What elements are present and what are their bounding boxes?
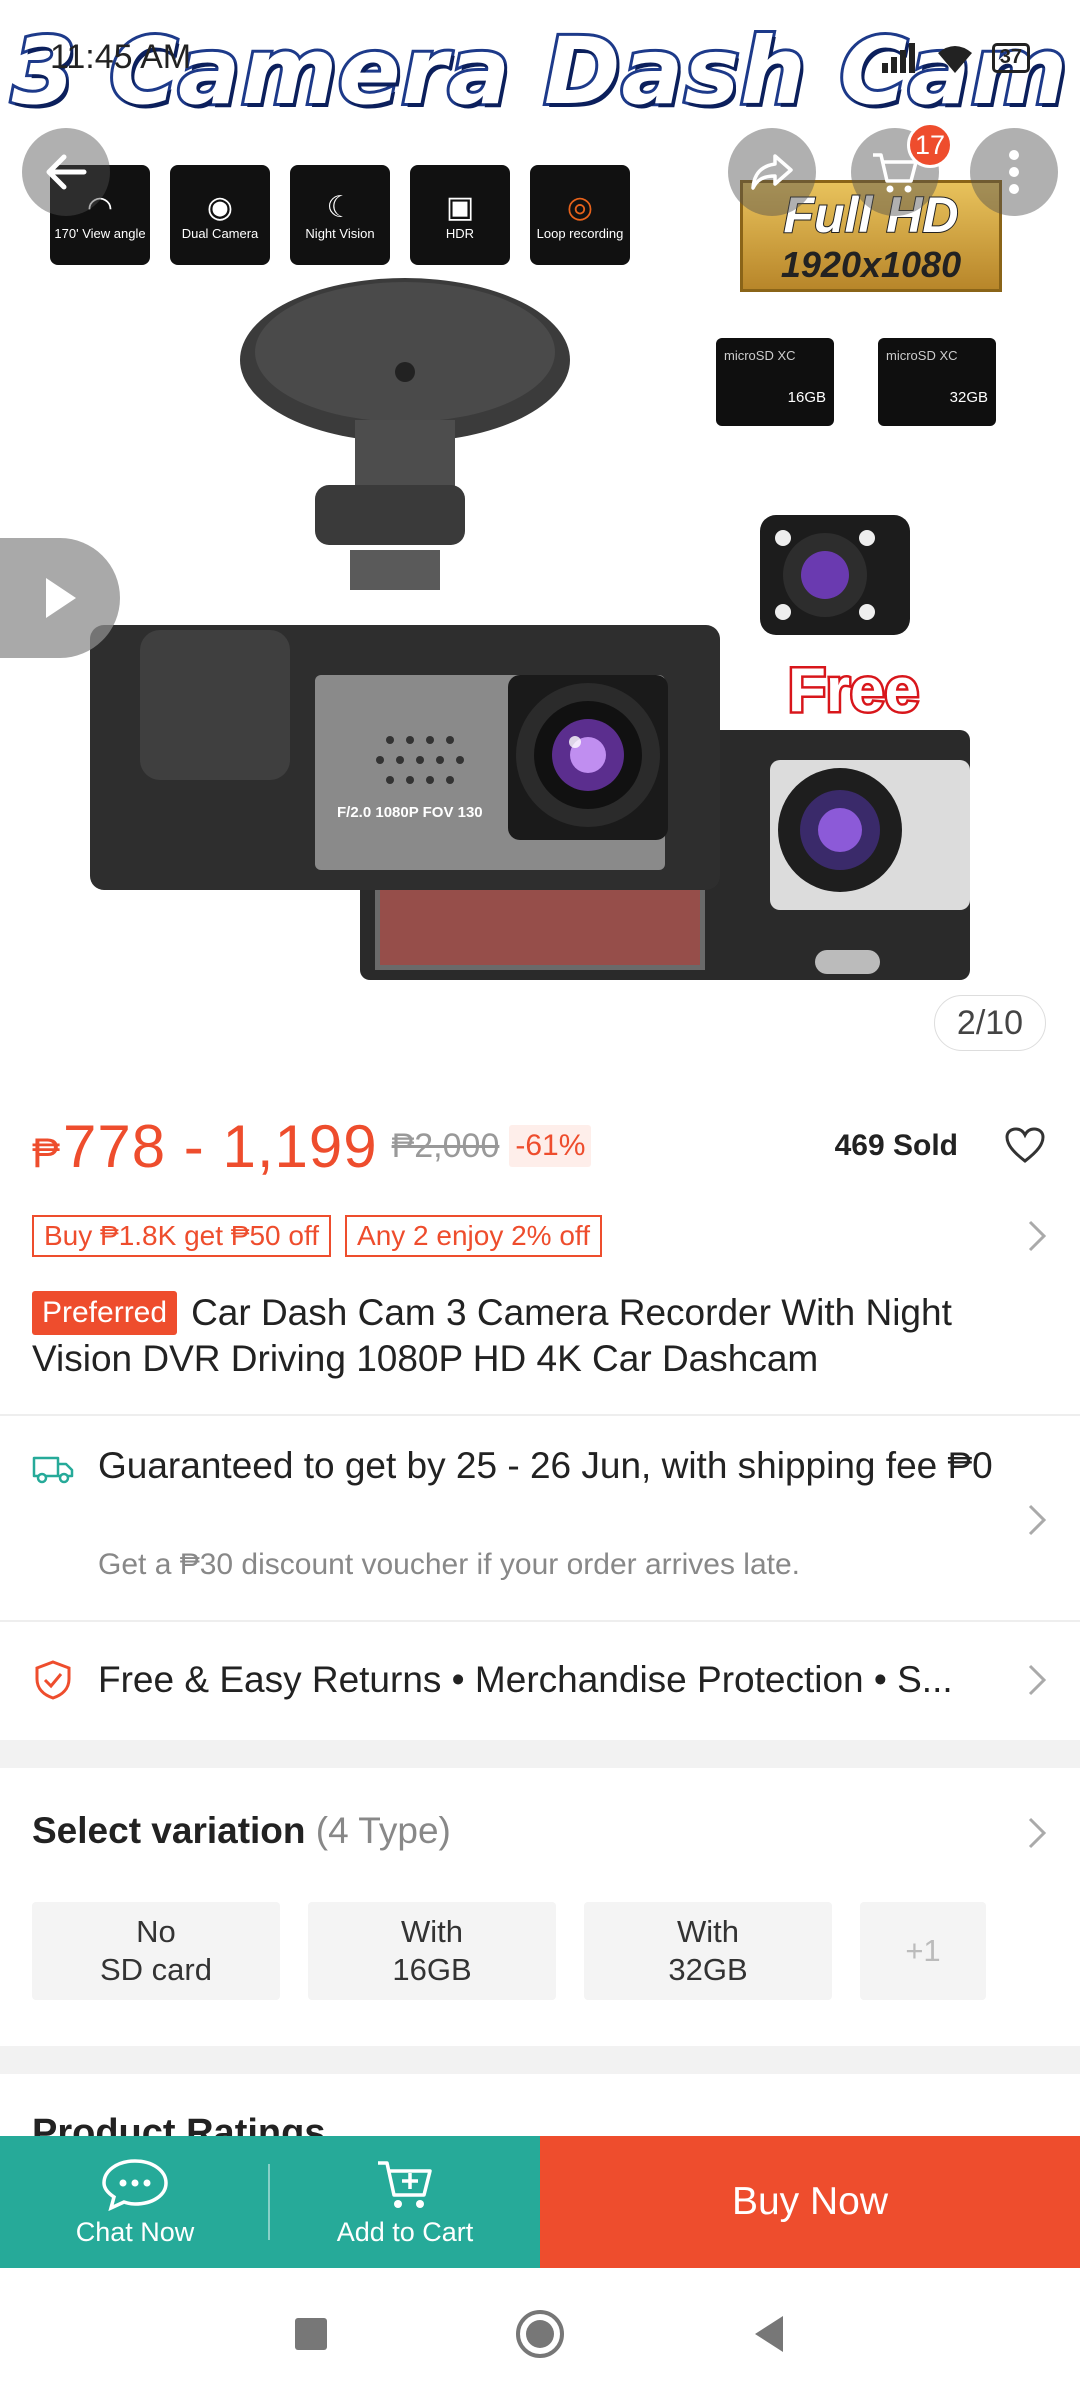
system-navigation-bar <box>0 2268 1080 2400</box>
feature-hdr: ▣ HDR <box>410 165 510 265</box>
back-button[interactable] <box>22 128 110 216</box>
feature-dual-camera: ◉ Dual Camera <box>170 165 270 265</box>
chevron-right-icon <box>1028 1664 1047 1696</box>
price-row: ₱778 - 1,199 ₱2,000 -61% 469 Sold <box>32 1110 1048 1182</box>
lens-spec-label: F/2.0 1080P FOV 130 <box>337 804 483 821</box>
image-counter: 2/10 <box>934 995 1046 1051</box>
chevron-right-icon <box>1028 1504 1047 1536</box>
cart-button[interactable]: 17 <box>851 122 953 216</box>
play-video-button[interactable] <box>0 538 120 658</box>
feature-loop-recording: ◎ Loop recording <box>530 165 630 265</box>
status-time: 11:45 AM <box>50 38 192 76</box>
section-gap <box>0 2046 1080 2074</box>
product-title: Preferred Car Dash Cam 3 Camera Recorder … <box>32 1291 952 1379</box>
promo-row[interactable]: Buy ₱1.8K get ₱50 off Any 2 enjoy 2% off <box>32 1214 1048 1258</box>
chevron-right-icon <box>1028 1817 1047 1849</box>
home-button[interactable] <box>515 2309 565 2359</box>
delivery-guarantee: Guaranteed to get by 25 - 26 Jun, with s… <box>98 1445 993 1486</box>
promo-chip[interactable]: Any 2 enjoy 2% off <box>345 1215 602 1257</box>
price-range: ₱778 - 1,199 <box>32 1112 378 1180</box>
buy-now-button[interactable]: Buy Now <box>540 2136 1080 2268</box>
feature-night-vision: ☾ Night Vision <box>290 165 390 265</box>
returns-info: Free & Easy Returns • Merchandise Protec… <box>98 1659 953 1700</box>
recent-apps-button[interactable] <box>293 2316 329 2352</box>
cart-count-badge: 17 <box>907 122 953 168</box>
free-rear-cam-label: Free <box>786 654 922 728</box>
preferred-badge: Preferred <box>32 1291 178 1335</box>
late-delivery-voucher: Get a ₱30 discount voucher if your order… <box>98 1548 801 1581</box>
chat-now-button[interactable]: Chat Now <box>0 2136 270 2268</box>
variation-no-sd-card[interactable]: No SD card <box>32 1902 280 2000</box>
bottom-action-bar: Chat Now Add to Cart Buy Now <box>0 2136 1080 2268</box>
action-separator <box>268 2164 270 2240</box>
add-to-cart-button[interactable]: Add to Cart <box>270 2136 540 2268</box>
select-variation-heading[interactable]: Select variation (4 Type) <box>32 1810 451 1852</box>
more-options-button[interactable] <box>970 128 1058 216</box>
arrow-left-icon <box>46 154 87 190</box>
heart-icon <box>1005 1127 1045 1163</box>
truck-icon <box>32 1456 74 1484</box>
discount-badge: -61% <box>509 1125 592 1167</box>
battery-icon: 37 <box>991 42 1030 73</box>
back-nav-button[interactable] <box>751 2314 787 2354</box>
chat-bubble-icon <box>102 2158 168 2211</box>
divider <box>0 1414 1080 1416</box>
play-icon <box>46 578 76 618</box>
original-price: ₱2,000 <box>391 1126 500 1165</box>
chevron-right-icon <box>1028 1220 1047 1252</box>
signal-icon <box>881 42 915 73</box>
share-button[interactable] <box>728 128 816 216</box>
variation-32gb[interactable]: With 32GB <box>584 1902 832 2000</box>
like-button[interactable] <box>1004 1126 1046 1169</box>
sold-count: 469 Sold <box>834 1129 958 1162</box>
share-icon <box>751 154 793 190</box>
more-vertical-icon <box>1009 150 1019 194</box>
feature-icons-row: ◠ 170' View angle ◉ Dual Camera ☾ Night … <box>50 165 630 265</box>
webcam-icon: ◉ <box>206 190 234 224</box>
section-gap <box>0 1740 1080 1768</box>
shield-check-icon <box>35 1660 71 1700</box>
eye-moon-icon: ☾ <box>326 190 354 224</box>
record-icon: ◎ <box>566 190 594 224</box>
variation-16gb[interactable]: With 16GB <box>308 1902 556 2000</box>
divider <box>0 1620 1080 1622</box>
returns-row[interactable]: Free & Easy Returns • Merchandise Protec… <box>0 1624 1080 1736</box>
variation-options: No SD card With 16GB With 32GB +1 <box>32 1902 986 2000</box>
shipping-row[interactable]: Guaranteed to get by 25 - 26 Jun, with s… <box>0 1418 1080 1620</box>
wifi-icon <box>937 45 972 73</box>
add-to-cart-icon <box>378 2160 432 2208</box>
hd-camera-icon: ▣ <box>445 190 475 224</box>
dash-cam-illustration: F/2.0 1080P FOV 130 <box>90 278 970 980</box>
promo-chip[interactable]: Buy ₱1.8K get ₱50 off <box>32 1215 332 1257</box>
status-bar: 11:45 AM 37 <box>0 0 1080 115</box>
variation-more[interactable]: +1 <box>860 1902 986 2000</box>
